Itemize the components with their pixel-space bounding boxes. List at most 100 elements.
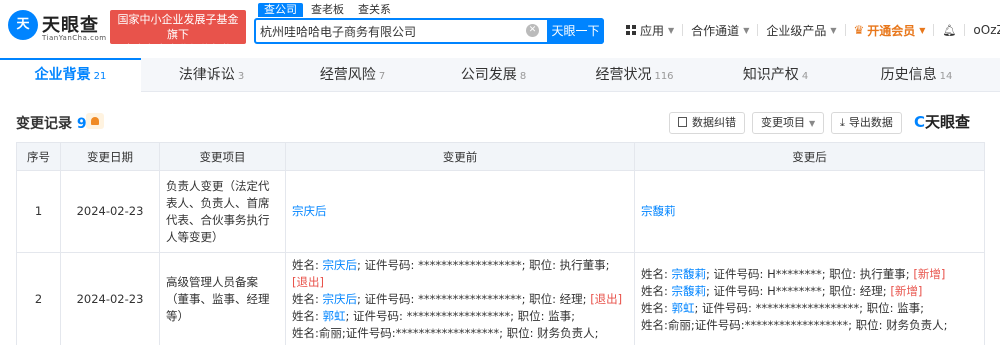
table-row: 2 2024-02-23 高级管理人员备案（董事、监事、经理等） 姓名: 宗庆后… (16, 252, 985, 345)
section-title-text: 变更记录 (16, 116, 72, 132)
chevron-down-icon: ▼ (743, 25, 750, 35)
header-before: 变更前 (285, 142, 635, 171)
detail-text: ; 证件号码: H********; 职位: 执行董事; (706, 266, 914, 281)
search-tab-boss[interactable]: 查老板 (305, 3, 350, 17)
tab-development[interactable]: 公司发展 8 (423, 58, 564, 92)
cell-after: 宗馥莉 (634, 170, 985, 253)
tab-count: 21 (93, 71, 107, 82)
tab-operation[interactable]: 经营状况 116 (564, 58, 705, 92)
tab-enterprise-background[interactable]: 企业背景 21 (0, 58, 141, 92)
person-link[interactable]: 宗庆后 (323, 292, 358, 306)
person-link[interactable]: 宗庆后 (292, 204, 327, 218)
chevron-down-icon: ▼ (919, 25, 926, 35)
top-nav: 应用▼ 合作通道▼ 企业级产品▼ ♛开通会员▼ 🔔︎ oOzZ...▼ (618, 20, 1000, 40)
cell-after: 姓名: 宗馥莉; 证件号码: H********; 职位: 执行董事; [新增]… (634, 252, 985, 345)
search-input[interactable] (260, 22, 515, 40)
nav-app[interactable]: 应用 ▼ (618, 22, 682, 39)
header-date: 变更日期 (60, 142, 160, 171)
tab-label: 企业背景 (34, 67, 91, 83)
person-link[interactable]: 郭虹 (672, 301, 695, 315)
exit-tag: [退出] (292, 275, 324, 289)
export-button[interactable]: ⤓ 导出数据 (831, 112, 902, 134)
section-tabbar: 企业背景 21 法律诉讼 3 经营风险 7 公司发展 8 经营状况 116 知识产权 4 历… (0, 58, 1000, 92)
filter-dropdown[interactable]: 变更项目 ▼ (752, 112, 824, 134)
data-correct-button[interactable]: 数据纠错 (669, 112, 745, 134)
tab-legal[interactable]: 法律诉讼 3 (141, 58, 282, 92)
download-icon: ⤓ (840, 116, 845, 129)
tab-history[interactable]: 历史信息 14 (846, 58, 987, 92)
export-label: 导出数据 (848, 116, 893, 129)
tab-count: 116 (654, 71, 674, 82)
detail-line: 姓名:俞丽;证件号码:******************; 职位: 财务负责人… (641, 317, 978, 334)
top-header: 天 天眼查 TianYanCha.com 国家中小企业发展子基金旗下 官方备案企… (0, 0, 1000, 58)
search-tab-relation[interactable]: 查关系 (352, 3, 397, 17)
detail-text: 姓名:俞丽;证件号码:******************; 职位: 财务负责人… (641, 317, 948, 332)
chevron-down-icon: ▼ (809, 119, 816, 128)
cell-date: 2024-02-23 (60, 170, 160, 253)
nav-vip[interactable]: ♛ 开通会员 ▼ (846, 22, 934, 39)
nav-enterprise[interactable]: 企业级产品 ▼ (758, 22, 844, 39)
nav-enterprise-label: 企业级产品 (766, 23, 827, 38)
tab-label: 知识产权 (742, 67, 799, 83)
logo[interactable]: 天 天眼查 TianYanCha.com (8, 10, 107, 44)
detail-line: 姓名: 宗馥莉; 证件号码: H********; 职位: 经理; [新增] (641, 283, 978, 300)
official-banner: 国家中小企业发展子基金旗下 官方备案企业征信机构 (110, 10, 246, 56)
person-link[interactable]: 郭虹 (323, 309, 346, 323)
header-item: 变更项目 (159, 142, 286, 171)
change-record-table: 序号 变更日期 变更项目 变更前 变更后 1 2024-02-23 负责人变更（… (16, 142, 985, 345)
nav-vip-label: 开通会员 (867, 23, 916, 38)
brand-watermark: C天眼查 (914, 111, 970, 132)
nav-app-label: 应用 (640, 23, 665, 38)
detail-line: 姓名: 郭虹; 证件号码: ******************; 职位: 监事… (641, 300, 978, 317)
user-name: oOzZ... (973, 23, 1000, 37)
logo-subtitle: TianYanCha.com (42, 34, 107, 42)
chevron-down-icon: ▼ (830, 25, 837, 35)
tab-count: 3 (237, 71, 245, 82)
nav-partner[interactable]: 合作通道 ▼ (683, 22, 757, 39)
detail-text: 姓名:俞丽;证件号码:******************; 职位: 财务负责人… (292, 326, 599, 340)
header-after: 变更后 (634, 142, 985, 171)
tab-risk[interactable]: 经营风险 7 (282, 58, 423, 92)
exit-tag: [退出] (590, 292, 623, 306)
detail-text: ; 证件号码: ******************; 职位: 监事; (345, 309, 576, 323)
search-tab-company[interactable]: 查公司 (258, 3, 303, 17)
person-link[interactable]: 宗庆后 (323, 258, 358, 272)
new-tag: [新增] (890, 283, 923, 298)
nav-bell[interactable]: 🔔︎ (934, 24, 964, 37)
detail-text: 姓名: (641, 283, 672, 298)
bell-icon[interactable] (86, 113, 104, 129)
cell-no: 2 (16, 252, 61, 345)
search-type-tabs: 查公司 查老板 查关系 (258, 3, 397, 17)
clear-icon[interactable]: ✕ (526, 24, 539, 37)
detail-line: 姓名: 宗庆后; 证件号码: ******************; 职位: 执… (292, 257, 628, 291)
filter-label: 变更项目 (761, 116, 805, 129)
detail-text: ; 证件号码: H********; 职位: 经理; (706, 283, 891, 298)
brand-eye-icon: C (914, 113, 926, 131)
chevron-down-icon: ▼ (668, 25, 675, 35)
header-no: 序号 (16, 142, 61, 171)
person-link[interactable]: 宗馥莉 (672, 267, 707, 281)
tab-label: 公司发展 (460, 67, 517, 83)
search-button[interactable]: 天眼一下 (547, 18, 604, 44)
detail-text: ; 证件号码: ******************; 职位: 执行董事; (357, 258, 610, 272)
person-link[interactable]: 宗馥莉 (641, 204, 676, 218)
tab-count: 8 (519, 71, 527, 82)
section-title: 变更记录 9 (16, 113, 87, 133)
new-tag: [新增] (913, 266, 946, 281)
crown-icon: ♛ (853, 23, 865, 37)
nav-partner-label: 合作通道 (691, 23, 740, 38)
detail-line: 姓名: 宗馥莉; 证件号码: H********; 职位: 执行董事; [新增] (641, 266, 978, 283)
tab-label: 法律诉讼 (178, 67, 235, 83)
cell-date: 2024-02-23 (60, 252, 160, 345)
logo-badge-icon: 天 (8, 10, 38, 40)
tab-ip[interactable]: 知识产权 4 (705, 58, 846, 92)
detail-text: ; 证件号码: ******************; 职位: 经理; (357, 292, 591, 306)
detail-text: 姓名: (292, 292, 323, 306)
tab-count: 7 (378, 71, 386, 82)
detail-line: 姓名:俞丽;证件号码:******************; 职位: 财务负责人… (292, 325, 628, 342)
detail-line: 姓名: 郭虹; 证件号码: ******************; 职位: 监事… (292, 308, 628, 325)
document-icon (678, 117, 687, 127)
nav-user[interactable]: oOzZ...▼ (965, 23, 1000, 37)
person-link[interactable]: 宗馥莉 (672, 284, 707, 298)
detail-text: 姓名: (292, 258, 323, 272)
